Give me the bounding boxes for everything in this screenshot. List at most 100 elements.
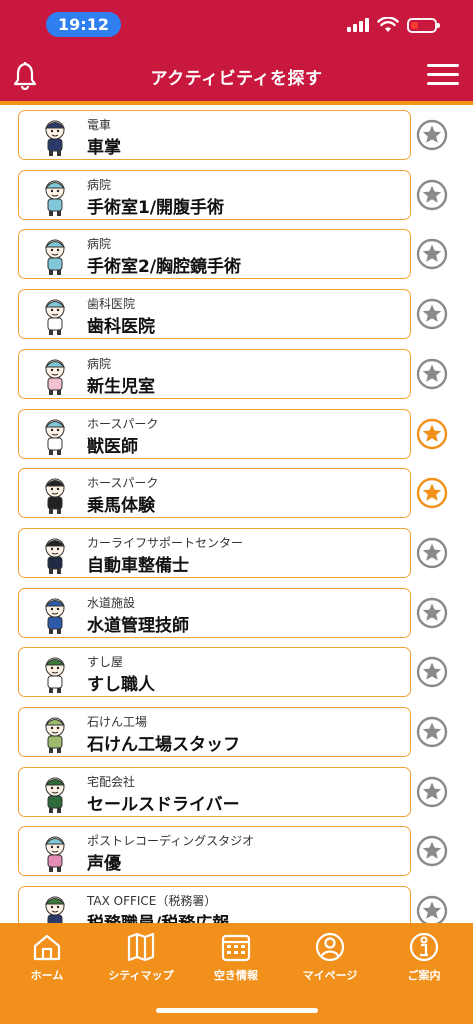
activity-name: 乗馬体験 [87, 496, 155, 517]
activity-category: 石けん工場 [87, 715, 148, 729]
tab-city-map[interactable]: シティマップ [101, 931, 181, 987]
activity-category: 病院 [87, 356, 112, 371]
character-avatar-icon [44, 120, 66, 156]
favorite-star-icon[interactable] [416, 298, 448, 330]
activity-category: ホースパーク [87, 416, 159, 431]
activity-card[interactable]: 宅配会社 セールスドライバー [18, 766, 411, 817]
favorite-star-icon[interactable] [416, 179, 448, 211]
activity-category: カーライフサポートセンター [87, 535, 244, 550]
battery-icon [407, 17, 440, 33]
favorite-star-icon[interactable] [416, 537, 448, 569]
status-bar: 19:12 [0, 0, 473, 48]
activity-name: 自動車整備士 [87, 555, 189, 576]
favorite-star-icon[interactable] [416, 238, 448, 270]
hamburger-menu-icon[interactable] [427, 64, 459, 86]
activity-name: 手術室2/胸腔鏡手術 [87, 257, 242, 278]
activity-category: 病院 [87, 177, 112, 192]
activity-name: 獣医師 [87, 436, 138, 457]
tab-availability[interactable]: 空き情報 [196, 931, 276, 987]
activity-card[interactable]: ポストレコーディングスタジオ 声優 [18, 826, 411, 877]
person-icon [315, 932, 345, 962]
character-avatar-icon [44, 538, 66, 574]
activity-name: 手術室1/開腹手術 [87, 197, 225, 218]
activity-card[interactable]: 病院 手術室2/胸腔鏡手術 [18, 229, 411, 280]
home-indicator [156, 1008, 318, 1013]
activity-category: 病院 [87, 237, 112, 252]
activity-card[interactable]: ホースパーク 獣医師 [18, 408, 411, 459]
page-title: アクティビティを探す [150, 69, 323, 89]
wifi-icon [377, 17, 399, 32]
activity-category: ホースパーク [87, 476, 159, 491]
home-icon [33, 934, 61, 961]
app-header-bar: 19:12 アクティビティを探す [0, 0, 473, 103]
activity-category: 水道施設 [87, 595, 136, 610]
character-avatar-icon [44, 777, 66, 813]
character-avatar-icon [44, 419, 66, 455]
tab-home[interactable]: ホーム [7, 931, 87, 987]
activity-card[interactable]: 病院 新生児室 [18, 348, 411, 399]
activity-card[interactable]: 病院 手術室1/開腹手術 [18, 169, 411, 220]
activity-card[interactable]: すし屋 すし職人 [18, 647, 411, 698]
activity-category: 電車 [87, 118, 112, 132]
favorite-star-icon[interactable] [416, 835, 448, 867]
activity-row: 宅配会社 セールスドライバー [0, 762, 473, 822]
activity-card[interactable]: 石けん工場 石けん工場スタッフ [18, 707, 411, 757]
activity-category: 歯科医院 [87, 297, 136, 312]
activity-card[interactable]: 歯科医院 歯科医院 [18, 289, 411, 340]
character-avatar-icon [44, 896, 66, 923]
activity-name: 歯科医院 [87, 317, 155, 338]
activity-name: すし職人 [87, 675, 155, 696]
favorite-star-icon[interactable] [416, 716, 448, 748]
cellular-signal-icon [347, 18, 369, 32]
activity-name: 車掌 [87, 138, 121, 158]
character-avatar-icon [44, 657, 66, 694]
header: アクティビティを探す [0, 50, 473, 100]
activity-category: 宅配会社 [87, 774, 136, 789]
character-avatar-icon [44, 478, 66, 515]
status-icons [347, 16, 440, 34]
activity-name: 新生児室 [87, 376, 155, 397]
activity-row: ポストレコーディングスタジオ 声優 [0, 821, 473, 881]
status-time: 19:12 [46, 12, 121, 37]
favorite-star-icon[interactable] [416, 895, 448, 923]
calendar-icon [221, 934, 251, 962]
activity-row: 病院 手術室2/胸腔鏡手術 [0, 224, 473, 284]
favorite-star-icon[interactable] [416, 119, 448, 151]
activity-card[interactable]: 水道施設 水道管理技師 [18, 587, 411, 638]
activity-row: 病院 新生児室 [0, 344, 473, 404]
tab-my-page[interactable]: マイページ [290, 931, 370, 987]
favorite-star-icon[interactable] [416, 477, 448, 509]
activity-name: 石けん工場スタッフ [87, 735, 240, 755]
activity-card[interactable]: 電車 車掌 [18, 110, 411, 160]
activity-row: 病院 手術室1/開腹手術 [0, 165, 473, 225]
character-avatar-icon [44, 717, 66, 753]
character-avatar-icon [44, 299, 66, 336]
activity-row: カーライフサポートセンター 自動車整備士 [0, 523, 473, 583]
favorite-star-icon[interactable] [416, 597, 448, 629]
favorite-star-icon[interactable] [416, 656, 448, 688]
map-icon [127, 932, 155, 962]
activity-card[interactable]: カーライフサポートセンター 自動車整備士 [18, 527, 411, 578]
activity-name: 税務職員/税務広報 [87, 909, 229, 923]
favorite-star-icon[interactable] [416, 418, 448, 450]
activity-card[interactable]: ホースパーク 乗馬体験 [18, 468, 411, 519]
activity-category: ポストレコーディングスタジオ [87, 834, 255, 849]
activity-name: セールスドライバー [87, 794, 240, 815]
activity-category: TAX OFFICE（税務署） [87, 894, 217, 909]
activity-card[interactable]: TAX OFFICE（税務署） 税務職員/税務広報 [18, 886, 411, 923]
activity-row: 歯科医院 歯科医院 [0, 284, 473, 344]
character-avatar-icon [44, 239, 66, 276]
activity-category: すし屋 [87, 655, 124, 670]
activity-row: 電車 車掌 [0, 105, 473, 165]
favorite-star-icon[interactable] [416, 776, 448, 808]
favorite-star-icon[interactable] [416, 358, 448, 390]
activity-row: TAX OFFICE（税務署） 税務職員/税務広報 [0, 881, 473, 923]
activity-list[interactable]: 電車 車掌 病院 手術室1/開腹手術 病院 手術室2/胸腔鏡手術 歯科医院 歯科… [0, 105, 473, 923]
character-avatar-icon [44, 836, 66, 873]
activity-row: 水道施設 水道管理技師 [0, 583, 473, 643]
activity-row: すし屋 すし職人 [0, 642, 473, 702]
activity-row: ホースパーク 獣医師 [0, 404, 473, 464]
tab-guide[interactable]: ご案内 [384, 931, 464, 987]
activity-name: 水道管理技師 [87, 615, 189, 636]
character-avatar-icon [44, 359, 66, 395]
